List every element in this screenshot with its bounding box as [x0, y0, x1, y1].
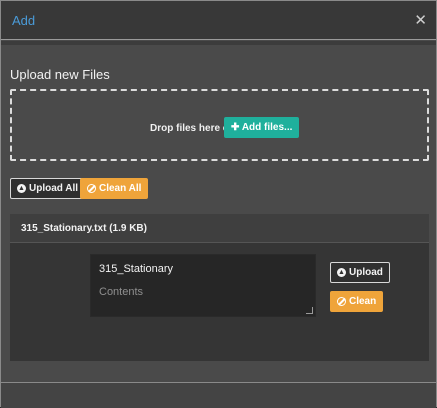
clean-all-button[interactable]: Clean All — [80, 178, 149, 199]
file-name-text: 315_Stationary.txt — [21, 223, 107, 234]
file-panel: 315_Stationary.txt (1.9 KB) 315_Stationa… — [10, 214, 429, 361]
file-title-input[interactable]: 315_Stationary — [99, 263, 173, 275]
dialog-header: Add ✕ — [1, 1, 436, 40]
resize-grip-icon[interactable] — [306, 307, 313, 314]
contents-input[interactable]: Contents — [99, 286, 143, 298]
dialog-title: Add — [12, 13, 36, 28]
add-dialog: Add ✕ Upload new Files Drop files here o… — [0, 0, 437, 408]
dialog-footer — [1, 383, 436, 408]
add-files-label: Add files... — [241, 122, 293, 133]
plus-icon: ✚ — [231, 122, 240, 133]
file-name: 315_Stationary.txt (1.9 KB) — [21, 223, 147, 234]
ban-icon — [87, 184, 96, 193]
clean-all-label: Clean All — [99, 183, 142, 194]
upload-button[interactable]: ▲ Upload — [330, 262, 390, 283]
file-header: 315_Stationary.txt (1.9 KB) — [10, 214, 429, 243]
file-size: (1.9 KB) — [109, 223, 147, 234]
upload-heading: Upload new Files — [10, 67, 110, 82]
close-icon[interactable]: ✕ — [414, 11, 427, 29]
upload-all-button[interactable]: ▲ Upload All — [10, 178, 86, 199]
clean-button[interactable]: Clean — [330, 291, 384, 312]
upload-circle-icon: ▲ — [17, 184, 26, 193]
upload-label: Upload — [349, 267, 383, 278]
upload-circle-icon: ▲ — [337, 268, 346, 277]
file-dropzone[interactable]: Drop files here or ✚ Add files... — [10, 89, 429, 161]
clean-label: Clean — [349, 296, 377, 307]
drop-text: Drop files here or — [150, 123, 233, 134]
file-editor[interactable]: 315_Stationary Contents — [90, 254, 316, 317]
add-files-button[interactable]: ✚ Add files... — [224, 117, 300, 138]
ban-icon — [337, 297, 346, 306]
upload-all-label: Upload All — [29, 183, 79, 194]
header-divider — [1, 41, 436, 45]
